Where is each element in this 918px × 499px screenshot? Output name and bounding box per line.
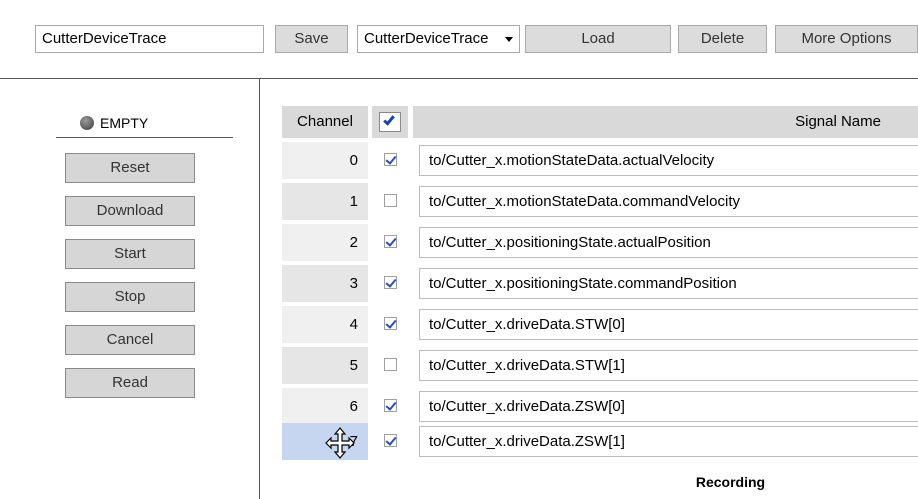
- signal-name-field[interactable]: to/Cutter_x.positioningState.actualPosit…: [419, 227, 918, 258]
- select-all-checkbox[interactable]: [379, 112, 401, 132]
- channel-checkbox[interactable]: [384, 358, 397, 371]
- channel-checkbox[interactable]: [384, 399, 397, 412]
- channel-cell: 1: [282, 183, 368, 220]
- trace-select[interactable]: CutterDeviceTrace: [357, 25, 520, 53]
- trace-name-input[interactable]: CutterDeviceTrace: [35, 25, 264, 53]
- row-checkbox-cell: [372, 388, 408, 425]
- signal-name-field[interactable]: to/Cutter_x.driveData.STW[1]: [419, 350, 918, 381]
- channel-checkbox[interactable]: [384, 235, 397, 248]
- channel-checkbox[interactable]: [384, 276, 397, 289]
- channel-cell: 2: [282, 224, 368, 261]
- move-cursor-icon: [325, 427, 355, 459]
- channel-cell: 4: [282, 306, 368, 343]
- row-checkbox-cell: [372, 183, 408, 220]
- download-button[interactable]: Download: [65, 196, 195, 226]
- channel-cell: 3: [282, 265, 368, 302]
- header-select-all[interactable]: [372, 106, 408, 138]
- start-button[interactable]: Start: [65, 239, 195, 269]
- row-checkbox-cell: [372, 142, 408, 179]
- save-button[interactable]: Save: [275, 25, 348, 53]
- channel-cell: 0: [282, 142, 368, 179]
- signal-name-field[interactable]: to/Cutter_x.driveData.ZSW[1]: [419, 426, 918, 457]
- channel-cell: 6: [282, 388, 368, 425]
- header-signal-name[interactable]: Signal Name: [413, 106, 918, 138]
- channel-checkbox[interactable]: [384, 194, 397, 207]
- status-underline: [56, 137, 233, 138]
- more-options-button[interactable]: More Options: [775, 25, 918, 53]
- load-button[interactable]: Load: [525, 25, 671, 53]
- row-checkbox-cell: [372, 265, 408, 302]
- channel-checkbox[interactable]: [384, 153, 397, 166]
- channel-checkbox[interactable]: [384, 434, 397, 447]
- reset-button[interactable]: Reset: [65, 153, 195, 183]
- row-checkbox-cell: [372, 224, 408, 261]
- signal-name-field[interactable]: to/Cutter_x.motionStateData.actualVeloci…: [419, 145, 918, 176]
- signal-name-field[interactable]: to/Cutter_x.driveData.STW[0]: [419, 309, 918, 340]
- gear-icon: [80, 116, 94, 130]
- channel-cell: 5: [282, 347, 368, 384]
- row-checkbox-cell: [372, 347, 408, 384]
- stop-button[interactable]: Stop: [65, 282, 195, 312]
- row-checkbox-cell: [372, 423, 408, 460]
- chevron-down-icon[interactable]: [505, 37, 513, 42]
- recording-section-label: Recording: [695, 474, 766, 490]
- channel-checkbox[interactable]: [384, 317, 397, 330]
- status-label: EMPTY: [100, 115, 149, 131]
- trace-select-value: CutterDeviceTrace: [364, 30, 489, 47]
- checkmark-icon: [383, 113, 395, 126]
- header-channel[interactable]: Channel: [282, 106, 368, 138]
- signal-name-field[interactable]: to/Cutter_x.positioningState.commandPosi…: [419, 268, 918, 299]
- delete-button[interactable]: Delete: [678, 25, 767, 53]
- toolbar-divider: [0, 78, 918, 79]
- signal-name-field[interactable]: to/Cutter_x.driveData.ZSW[0]: [419, 391, 918, 422]
- row-checkbox-cell: [372, 306, 408, 343]
- cancel-button[interactable]: Cancel: [65, 325, 195, 355]
- read-button[interactable]: Read: [65, 368, 195, 398]
- signal-name-field[interactable]: to/Cutter_x.motionStateData.commandVeloc…: [419, 186, 918, 217]
- panel-divider: [259, 78, 260, 499]
